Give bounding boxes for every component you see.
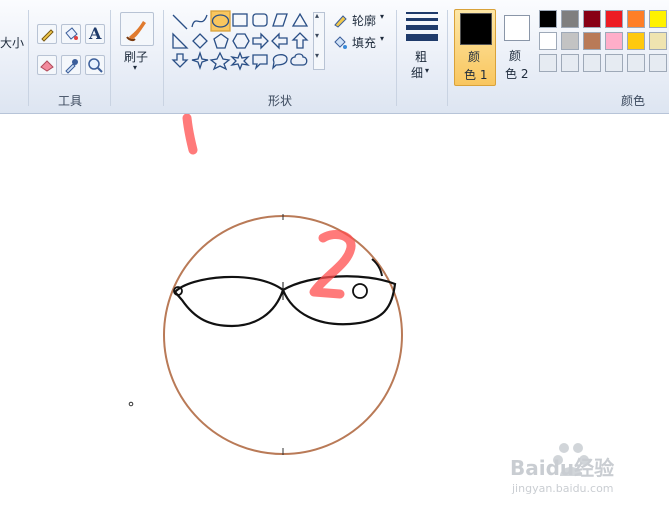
thickness-label[interactable]: 粗 [415,48,427,65]
brush-button[interactable] [120,12,154,46]
tools-group-label: 工具 [58,94,83,108]
outline-button[interactable]: 轮廓 [352,12,376,29]
color1-swatch [460,13,492,45]
ribbon-toolbar: 大小 A 工具 刷子 ▾ ▴ ▾ ▾ 轮廓 ▾ 填充 ▾ 形状 粗 细 ▾ 颜 … [0,0,669,114]
rectangular-callout-shape-icon [252,54,268,71]
custom-color-slot[interactable] [605,54,623,72]
watermark-url: jingyan.baidu.com [512,482,614,495]
text-a-icon: A [89,24,102,43]
shapes-gallery[interactable] [170,10,328,74]
color-swatch[interactable] [539,10,557,28]
color2-button[interactable]: 颜 色 2 [500,9,534,86]
shapes-group-label: 形状 [268,94,293,108]
polygon-shape-icon [272,13,288,27]
scroll-down-icon[interactable]: ▾ [315,31,319,40]
custom-color-slot[interactable] [539,54,557,72]
magnifier-icon [88,58,103,73]
cloud-callout-shape-icon [290,53,308,66]
magnifier-tool[interactable] [85,55,105,75]
line-shape-icon [172,14,188,30]
fill-dropdown-icon[interactable]: ▾ [380,34,384,43]
five-point-star-shape-icon [209,51,231,71]
custom-color-slot[interactable] [627,54,645,72]
hexagon-shape-icon [232,33,250,49]
color-swatch[interactable] [627,32,645,50]
rectangle-shape-icon [232,13,248,27]
diamond-shape-icon [192,33,208,49]
color1-label-2: 色 1 [464,68,488,82]
color-swatch[interactable] [649,32,667,50]
left-arrow-shape-icon [271,32,288,50]
color-swatch[interactable] [539,32,557,50]
color-swatch[interactable] [583,32,601,50]
thickness-dropdown-icon[interactable]: ▾ [425,66,429,75]
shapes-scroll[interactable]: ▴ ▾ ▾ [313,11,325,70]
color-swatch[interactable] [627,10,645,28]
color-swatch[interactable] [561,32,579,50]
color2-label: 颜 [509,49,522,63]
right-arrow-shape-icon [252,32,269,50]
color-picker-tool[interactable] [61,55,81,75]
left-lens [173,275,285,328]
outline-dropdown-icon[interactable]: ▾ [380,12,384,21]
color-swatch[interactable] [583,10,601,28]
triangle-shape-icon [291,12,309,27]
pencil-tool[interactable] [37,24,57,44]
up-arrow-shape-icon [291,32,309,49]
color-swatch[interactable] [561,10,579,28]
custom-color-slot[interactable] [649,54,667,72]
fill-tool[interactable] [61,24,81,44]
eraser-tool[interactable] [37,55,57,75]
fill-button[interactable]: 填充 [352,34,376,51]
drawing-canvas[interactable]: Baidu经验 jingyan.baidu.com [0,114,669,513]
pencil-icon [41,29,54,42]
bucket-icon [65,27,78,40]
small-circle [352,283,368,299]
custom-color-slot[interactable] [561,54,579,72]
custom-color-slot[interactable] [583,54,601,72]
outline-icon [334,15,347,28]
thickness-label-2[interactable]: 细 [411,64,423,81]
six-point-star-shape-icon [230,51,250,71]
down-arrow-shape-icon [171,53,189,68]
brush-dropdown-icon[interactable]: ▾ [133,63,137,72]
eraser-icon [40,60,54,72]
annotation-mark-1 [182,114,198,155]
colors-group-label: 颜色 [621,94,646,108]
color-swatch[interactable] [605,32,623,50]
four-point-star-shape-icon [191,50,209,71]
oval-callout-shape-icon [272,54,288,70]
color1-label: 颜 [468,50,481,64]
brown-circle [163,215,403,455]
canvas-dot [128,401,134,407]
watermark-brand: Baidu经验 [510,456,615,480]
color-swatch[interactable] [605,10,623,28]
curve-shape-icon [191,14,208,28]
text-tool[interactable]: A [85,24,105,44]
color2-swatch [504,15,530,41]
rounded-rectangle-shape-icon [252,13,268,27]
scroll-up-icon[interactable]: ▴ [315,11,319,20]
thickness-icon[interactable] [406,12,438,41]
right-lens [281,275,397,326]
eyedropper-icon [65,59,78,74]
expand-gallery-icon[interactable]: ▾ [315,51,319,60]
color-swatch[interactable] [649,10,667,28]
fill-bucket-icon [334,36,347,49]
brush-icon [126,21,146,42]
color2-label-2: 色 2 [505,67,529,81]
baidu-watermark: Baidu经验 jingyan.baidu.com [510,438,660,500]
annotation-mark-2 [309,230,356,299]
pentagon-shape-icon [213,33,229,49]
size-label[interactable]: 大小 [0,34,24,51]
right-triangle-shape-icon [172,32,189,49]
color1-button[interactable]: 颜 色 1 [454,9,496,86]
